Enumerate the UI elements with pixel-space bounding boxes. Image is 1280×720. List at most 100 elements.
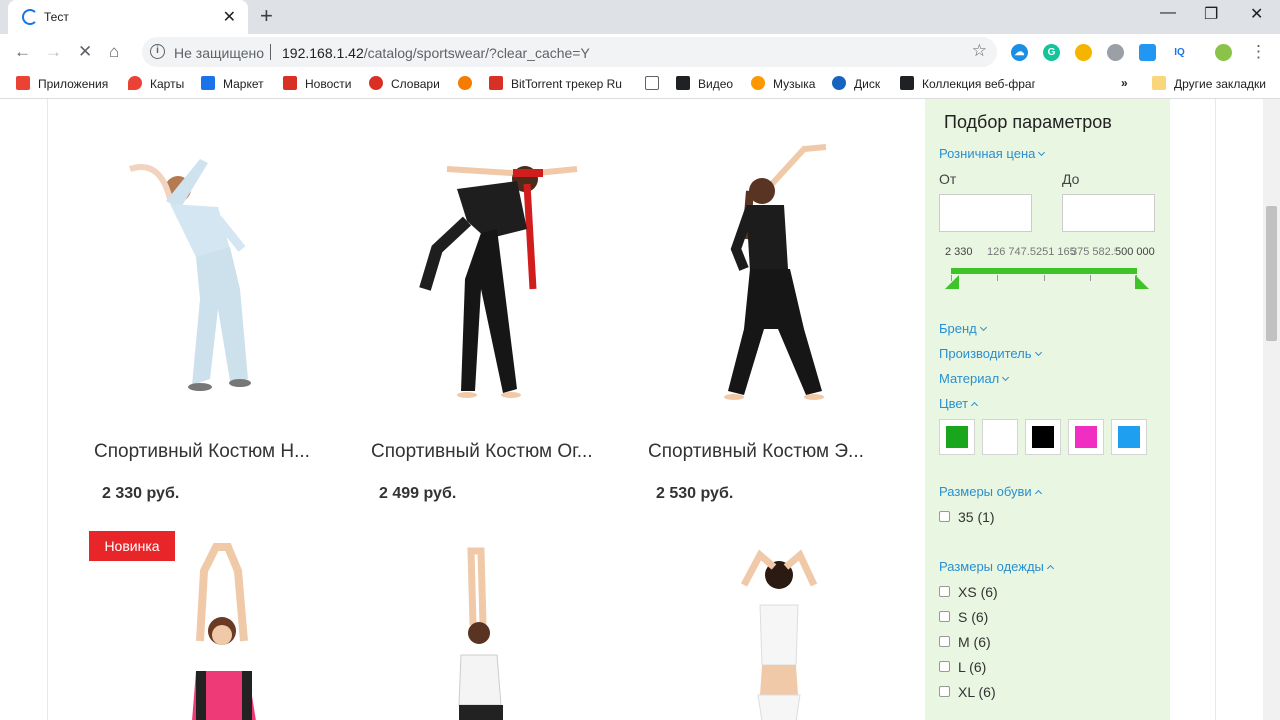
price-scale-label: 126 747.5 xyxy=(987,246,1036,258)
other-bookmarks-folder[interactable]: Другие закладки xyxy=(1152,76,1266,91)
product-price: 2 530 руб. xyxy=(656,485,734,502)
swatch-fill xyxy=(1118,426,1140,448)
bookmark-item[interactable]: Маркет xyxy=(201,76,264,91)
weather-extension-icon[interactable] xyxy=(1075,44,1092,61)
checkbox[interactable] xyxy=(939,636,950,647)
bookmark-item[interactable] xyxy=(645,76,667,91)
shoe-size-option[interactable]: 35 (1) xyxy=(939,509,995,525)
address-bar[interactable]: i Не защищено 192.168.1.42/catalog/sport… xyxy=(142,37,997,67)
bookmark-item[interactable]: Музыка xyxy=(751,76,815,91)
price-min-handle[interactable] xyxy=(945,275,959,289)
security-status: Не защищено xyxy=(174,45,264,61)
page-scrollbar[interactable] xyxy=(1263,99,1280,720)
filter-label: Размеры одежды xyxy=(939,559,1044,574)
minimize-icon[interactable]: — xyxy=(1160,4,1176,22)
address-url[interactable]: 192.168.1.42/catalog/sportswear/?clear_c… xyxy=(282,45,590,61)
cloud-extension-icon[interactable]: ☁ xyxy=(1011,44,1028,61)
price-from-input[interactable] xyxy=(939,194,1032,232)
scrollbar-thumb[interactable] xyxy=(1266,206,1277,341)
scale-tick xyxy=(997,275,998,281)
bookmark-item[interactable]: Словари xyxy=(369,76,440,91)
chevron-down-icon xyxy=(1034,348,1042,357)
checkbox[interactable] xyxy=(939,586,950,597)
product-name[interactable]: Спортивный Костюм Н... xyxy=(94,441,334,463)
price-range-track[interactable] xyxy=(951,268,1137,274)
product-photo[interactable] xyxy=(654,129,874,409)
chevron-up-icon xyxy=(1046,564,1054,573)
browser-tab[interactable]: Тест ✕ xyxy=(8,0,248,34)
clothes-size-option[interactable]: S (6) xyxy=(939,609,988,625)
product-photo[interactable] xyxy=(724,545,834,720)
bookmark-item[interactable]: BitTorrent трекер Ru xyxy=(489,76,622,91)
new-tab-icon[interactable]: + xyxy=(260,4,273,28)
grammarly-extension-icon[interactable]: G xyxy=(1043,44,1060,61)
filter-label: Производитель xyxy=(939,346,1032,361)
bookmark-item[interactable]: Карты xyxy=(128,76,184,91)
bookmarks-overflow-button[interactable]: » xyxy=(1121,76,1128,90)
bookmark-item[interactable]: Коллекция веб-фраг xyxy=(900,76,1035,91)
menu-icon[interactable]: ⋮ xyxy=(1250,42,1267,62)
disk-icon xyxy=(832,76,846,90)
price-to-input[interactable] xyxy=(1062,194,1155,232)
product-price: 2 499 руб. xyxy=(379,485,457,502)
bookmark-label: Маркет xyxy=(223,77,264,91)
product-photo[interactable] xyxy=(437,545,517,720)
clothes-size-option[interactable]: M (6) xyxy=(939,634,991,650)
material-filter-toggle[interactable]: Материал xyxy=(939,371,1010,386)
checkbox[interactable] xyxy=(939,611,950,622)
apps-grid-icon xyxy=(16,76,30,90)
cart-icon xyxy=(201,76,215,90)
clothes-sizes-filter-toggle[interactable]: Размеры одежды xyxy=(939,559,1054,574)
swatch-fill xyxy=(946,426,968,448)
price-max-handle[interactable] xyxy=(1135,275,1149,289)
clothes-size-option[interactable]: L (6) xyxy=(939,659,986,675)
forward-icon[interactable]: → xyxy=(45,42,62,62)
swatch-fill xyxy=(989,426,1011,448)
restore-icon[interactable]: ❐ xyxy=(1204,4,1218,24)
color-swatch-white[interactable] xyxy=(982,419,1018,455)
iq-extension-icon[interactable]: IQ xyxy=(1171,44,1188,61)
color-swatch-black[interactable] xyxy=(1025,419,1061,455)
product-photo[interactable] xyxy=(377,129,607,409)
dots-extension-icon[interactable] xyxy=(1215,44,1232,61)
checkbox[interactable] xyxy=(939,686,950,697)
checkbox[interactable] xyxy=(939,511,950,522)
chevron-down-icon xyxy=(979,323,987,332)
clothes-size-option[interactable]: XL (6) xyxy=(939,684,996,700)
tab-close-icon[interactable]: ✕ xyxy=(223,7,236,27)
home-icon[interactable]: ⌂ xyxy=(109,42,119,62)
bookmark-item[interactable]: Диск xyxy=(832,76,880,91)
price-filter-toggle[interactable]: Розничная цена xyxy=(939,146,1046,161)
color-swatch-pink[interactable] xyxy=(1068,419,1104,455)
product-name[interactable]: Спортивный Костюм Э... xyxy=(648,441,888,463)
bookmark-label: Новости xyxy=(305,77,352,91)
bookmark-item[interactable]: Новости xyxy=(283,76,351,91)
scale-tick xyxy=(1044,275,1045,281)
globe-extension-icon[interactable] xyxy=(1107,44,1124,61)
color-swatch-blue[interactable] xyxy=(1111,419,1147,455)
window-close-icon[interactable]: ✕ xyxy=(1250,4,1263,24)
clothes-size-option[interactable]: XS (6) xyxy=(939,584,998,600)
checkbox[interactable] xyxy=(939,661,950,672)
bookmark-label: Словари xyxy=(391,77,440,91)
bookmark-label: Другие закладки xyxy=(1174,77,1266,91)
maker-filter-toggle[interactable]: Производитель xyxy=(939,346,1042,361)
product-photo[interactable] xyxy=(100,129,320,409)
chevron-up-icon xyxy=(1034,489,1042,498)
page-content: Спортивный Костюм Н... 2 330 руб. Спорти… xyxy=(0,99,1280,720)
color-swatch-green[interactable] xyxy=(939,419,975,455)
shoe-sizes-filter-toggle[interactable]: Размеры обуви xyxy=(939,484,1042,499)
bookmark-item[interactable]: Приложения xyxy=(16,76,108,91)
stop-icon[interactable]: ✕ xyxy=(78,42,92,62)
option-label: M (6) xyxy=(958,634,991,650)
brand-filter-toggle[interactable]: Бренд xyxy=(939,321,987,336)
bookmark-item[interactable] xyxy=(458,76,480,91)
product-photo[interactable] xyxy=(170,541,270,720)
edit-extension-icon[interactable] xyxy=(1139,44,1156,61)
bookmark-star-icon[interactable]: ☆ xyxy=(972,41,987,61)
product-name[interactable]: Спортивный Костюм Ог... xyxy=(371,441,611,463)
info-icon[interactable]: i xyxy=(150,44,165,59)
back-icon[interactable]: ← xyxy=(14,42,31,62)
color-filter-toggle[interactable]: Цвет xyxy=(939,396,979,411)
bookmark-item[interactable]: Видео xyxy=(676,76,733,91)
